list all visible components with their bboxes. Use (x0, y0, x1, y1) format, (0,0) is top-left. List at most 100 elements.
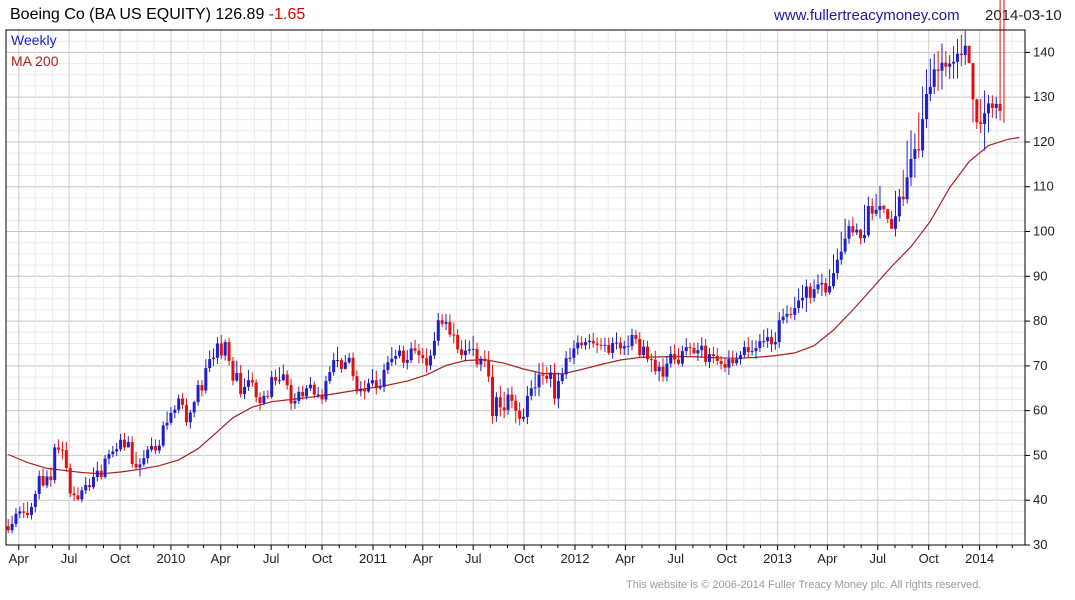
y-tick-label: 90 (1033, 268, 1047, 283)
candle (769, 329, 773, 352)
candle-body (986, 103, 990, 114)
candle-body (591, 340, 595, 344)
candle-body (57, 447, 61, 450)
candle-body (68, 467, 72, 494)
candle-body (649, 359, 653, 361)
x-tick-label: 2013 (763, 551, 792, 566)
candle (793, 296, 797, 321)
candle-body (88, 484, 92, 488)
candle-body (518, 410, 522, 419)
y-tick-label: 40 (1033, 492, 1047, 507)
candle (14, 507, 18, 528)
candle-body (246, 380, 250, 387)
grid-lines (6, 29, 1025, 546)
candle-body (808, 286, 812, 298)
candle (820, 273, 824, 297)
candle-body (60, 449, 64, 451)
candle-body (897, 196, 901, 217)
candle-body (235, 373, 239, 381)
candle (343, 355, 347, 370)
candle (374, 370, 378, 395)
candle (669, 346, 673, 368)
candle-body (382, 369, 386, 387)
candle-body (529, 388, 533, 396)
candle-body (122, 439, 126, 448)
x-tick-label: 2012 (561, 551, 590, 566)
candle (855, 223, 859, 236)
candle (491, 364, 495, 424)
legend-ma-200: MA 200 (11, 53, 59, 69)
candle-body (254, 382, 258, 398)
candle (200, 380, 204, 397)
candle-body (835, 259, 839, 274)
candle-body (138, 464, 142, 468)
candle (57, 439, 61, 454)
candle (502, 391, 506, 419)
candle-body (506, 394, 510, 411)
candle (390, 347, 394, 366)
candle (223, 339, 227, 361)
candle (680, 345, 684, 367)
candle-body (169, 412, 173, 423)
candle (68, 463, 72, 498)
candle-body (33, 493, 37, 507)
candle-body (456, 334, 460, 350)
candle-body (735, 359, 739, 364)
candle-body (347, 357, 351, 363)
candle (258, 392, 262, 411)
candle-body (665, 363, 669, 377)
candle (576, 335, 580, 355)
candle-body (405, 360, 409, 363)
candle-body (301, 391, 305, 397)
candle-body (917, 149, 921, 151)
candle (882, 204, 886, 214)
candle-body (417, 350, 421, 356)
x-tick-label: Oct (717, 551, 738, 566)
candle-body (285, 374, 289, 386)
candle (351, 352, 355, 381)
candle-body (363, 388, 367, 392)
candle-body (522, 416, 526, 419)
candle-body (483, 358, 487, 361)
candle (537, 363, 541, 397)
candle-body (967, 45, 971, 64)
candle (564, 351, 568, 379)
candle-body (394, 356, 398, 359)
candle (618, 337, 622, 355)
candle-body (448, 321, 452, 335)
candle (932, 53, 936, 95)
candle (498, 386, 502, 417)
candle-body (878, 205, 882, 211)
candle-body (18, 511, 22, 514)
candle-body (510, 394, 514, 401)
candle (665, 356, 669, 382)
candle (45, 470, 49, 489)
candle-body (165, 422, 169, 426)
candle (328, 366, 332, 384)
candle (243, 378, 247, 400)
candle-body (669, 353, 673, 364)
candle-body (390, 358, 394, 363)
candle (429, 349, 433, 370)
candle-body (646, 346, 650, 360)
candle-body (746, 347, 750, 352)
candle-body (463, 350, 467, 356)
candle-body (580, 342, 584, 346)
candle-body (22, 511, 26, 513)
candle-body (831, 273, 835, 287)
candle-body (328, 372, 332, 382)
candle (603, 337, 607, 352)
candle-body (603, 344, 607, 346)
candle (324, 375, 328, 403)
candle (831, 254, 835, 289)
legend-weekly: Weekly (11, 32, 57, 48)
candle-body (436, 320, 440, 341)
candle-body (429, 355, 433, 366)
candle (890, 210, 894, 229)
candle (231, 356, 235, 386)
candle-body (142, 458, 146, 465)
candle-body (80, 490, 84, 500)
candle (963, 30, 967, 65)
candle-body (828, 286, 832, 293)
candle-body (91, 476, 95, 488)
